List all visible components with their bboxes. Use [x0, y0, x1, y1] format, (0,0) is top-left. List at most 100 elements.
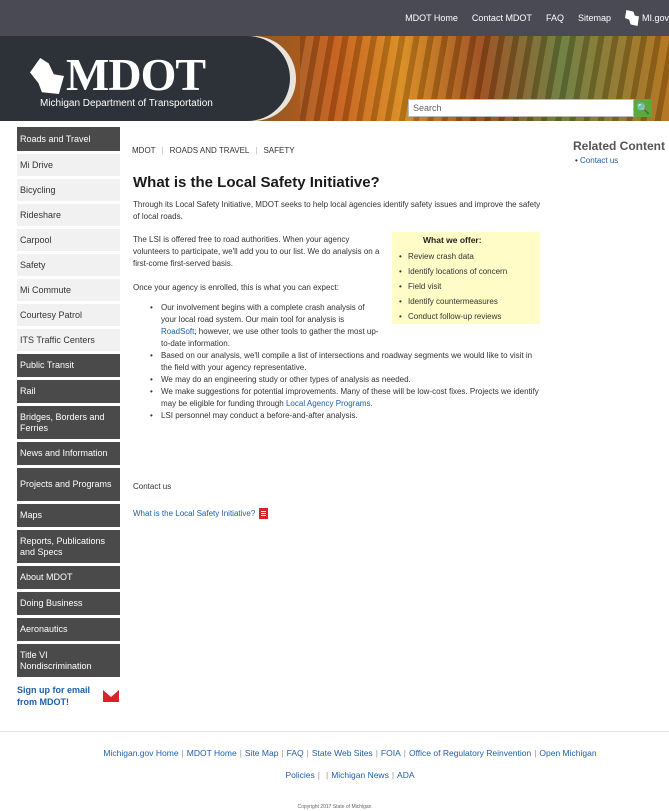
sidebar-item[interactable]: Aeronautics [17, 618, 120, 644]
logo-text: MDOT [66, 49, 206, 100]
offer-item: Field visit [399, 279, 534, 294]
footer-separator: | [281, 748, 284, 758]
sidebar-item[interactable]: Bicycling [17, 179, 120, 204]
local-agency-programs-link[interactable]: Local Agency Programs [286, 399, 371, 408]
topnav-mdot-home[interactable]: MDOT Home [405, 13, 458, 23]
topnav-faq[interactable]: FAQ [546, 13, 564, 23]
michigan-gov-link[interactable]: MI.gov [624, 10, 669, 26]
bullet-text: ; however, we use other tools to gather … [161, 327, 379, 348]
sidebar-item[interactable]: Safety [17, 254, 120, 279]
sidebar-item[interactable]: Mi Drive [17, 154, 120, 179]
roadsoft-link[interactable]: RoadSoft [161, 327, 194, 336]
bullet-text: Our involvement begins with a complete c… [161, 303, 365, 324]
sidebar-item[interactable]: Reports, Publications and Specs [17, 530, 120, 566]
michigan-gov-label: MI.gov [641, 13, 669, 23]
bullet-text: We may do an engineering study or other … [161, 375, 411, 384]
sidebar-nav: Roads and Travel Mi Drive Bicycling Ridesha… [17, 127, 120, 708]
bullet-text: LSI personnel may conduct a before-and-a… [161, 411, 358, 420]
topnav-sitemap[interactable]: Sitemap [578, 13, 611, 23]
footer-separator: | [325, 770, 329, 780]
michigan-mitten-icon [30, 58, 64, 94]
footer-separator: | [239, 748, 242, 758]
sidebar-item[interactable]: Doing Business [17, 592, 120, 618]
pdf-icon[interactable] [259, 508, 269, 520]
offer-item: Identify locations of concern [399, 264, 534, 279]
footer-separator: | [391, 770, 395, 780]
top-nav: MDOT Home Contact MDOT FAQ Sitemap MI.go… [405, 0, 669, 36]
breadcrumb-separator: | [255, 146, 258, 155]
footer-link[interactable]: Michigan News [331, 770, 389, 780]
search-icon: 🔍 [636, 102, 650, 115]
sidebar-item[interactable]: News and Information [17, 442, 120, 468]
contact-us-link[interactable]: Contact us [133, 481, 171, 493]
envelope-icon [103, 690, 119, 702]
search-button[interactable]: 🔍 [634, 99, 652, 117]
email-signup-label: Sign up for email from MDOT! [17, 685, 91, 707]
email-signup-link[interactable]: Sign up for email from MDOT! [17, 684, 120, 708]
lsi-pdf-link[interactable]: What is the Local Safety Initiative? [133, 509, 255, 518]
footer-link[interactable]: Site Map [245, 748, 279, 758]
expectations-list: Our involvement begins with a complete c… [146, 302, 541, 422]
mdot-logo[interactable]: MDOT [30, 49, 206, 100]
footer-separator: | [375, 748, 378, 758]
sidebar-item[interactable]: Rideshare [17, 204, 120, 229]
breadcrumb-safety: SAFETY [263, 146, 295, 155]
logo-tagline: Michigan Department of Transportation [40, 98, 213, 109]
sidebar-item[interactable]: Projects and Programs [17, 468, 120, 504]
list-item: Based on our analysis, we'll compile a l… [146, 350, 541, 374]
enrolled-paragraph: Once your agency is enrolled, this is wh… [133, 283, 339, 292]
footer-divider [0, 731, 669, 732]
footer-separator: | [181, 748, 184, 758]
related-link-row: • Contact us [575, 156, 618, 165]
offer-title: What we offer: [423, 235, 482, 245]
footer-link[interactable]: Policies [285, 770, 314, 780]
breadcrumb: MDOT | ROADS AND TRAVEL | SAFETY [132, 146, 295, 155]
list-item: Our involvement begins with a complete c… [146, 302, 381, 350]
footer-separator: | [534, 748, 537, 758]
topnav-contact-mdot[interactable]: Contact MDOT [472, 13, 532, 23]
breadcrumb-mdot[interactable]: MDOT [132, 146, 156, 155]
footer-separator: | [306, 748, 309, 758]
list-item: We make suggestions for potential improv… [146, 386, 541, 410]
related-contact-link[interactable]: Contact us [580, 156, 618, 165]
sidebar-item[interactable]: Bridges, Borders and Ferries [17, 406, 120, 442]
footer-link[interactable]: Office of Regulatory Reinvention [409, 748, 531, 758]
page-title: What is the Local Safety Initiative? [133, 174, 380, 191]
list-item: We may do an engineering study or other … [146, 374, 541, 386]
footer-link[interactable]: State Web Sites [312, 748, 373, 758]
header-banner: MDOT Michigan Department of Transportati… [0, 36, 669, 121]
sidebar-item[interactable]: About MDOT [17, 566, 120, 592]
sidebar-item[interactable]: Title VI Nondiscrimination [17, 644, 120, 680]
bullet-text: Based on our analysis, we'll compile a l… [161, 351, 533, 372]
sidebar-item[interactable]: Courtesy Patrol [17, 304, 120, 329]
footer-link[interactable]: Open Michigan [539, 748, 596, 758]
sidebar-item[interactable]: Carpool [17, 229, 120, 254]
footer-links: Michigan.gov Home | MDOT Home | Site Map | FAQ… [60, 742, 640, 786]
intro-paragraph: Through its Local Safety Initiative, MDO… [133, 200, 541, 221]
sidebar-item[interactable]: Public Transit [17, 354, 120, 380]
search-input[interactable]: Search [408, 99, 634, 117]
pdf-link-row: What is the Local Safety Initiative? [133, 508, 269, 520]
sidebar-item[interactable]: ITS Traffic Centers [17, 329, 120, 354]
offer-item: Review crash data [399, 249, 534, 264]
sidebar-item[interactable]: Rail [17, 380, 120, 406]
copyright: Copyright 2017 State of Michigan [297, 804, 372, 810]
related-content-title: Related Content [573, 139, 666, 153]
footer-link[interactable]: FAQ [287, 748, 304, 758]
footer-link[interactable]: Michigan.gov Home [103, 748, 178, 758]
sidebar-item[interactable]: Mi Commute [17, 279, 120, 304]
breadcrumb-separator: | [161, 146, 164, 155]
sidebar-item[interactable]: Maps [17, 504, 120, 530]
list-item: LSI personnel may conduct a before-and-a… [146, 410, 541, 422]
footer-link[interactable]: MDOT Home [187, 748, 237, 758]
lsi-paragraph: The LSI is offered free to road authorit… [133, 235, 380, 268]
footer-link[interactable]: ADA [397, 770, 414, 780]
sidebar-item[interactable]: Roads and Travel [17, 127, 120, 154]
footer-link[interactable]: FOIA [381, 748, 401, 758]
michigan-icon [624, 10, 639, 26]
footer-separator: | [403, 748, 406, 758]
breadcrumb-roads-and-travel[interactable]: ROADS AND TRAVEL [170, 146, 250, 155]
bullet-text: . [370, 399, 373, 408]
footer-separator: | [317, 770, 320, 780]
top-bar: MDOT Home Contact MDOT FAQ Sitemap MI.go… [0, 0, 669, 36]
